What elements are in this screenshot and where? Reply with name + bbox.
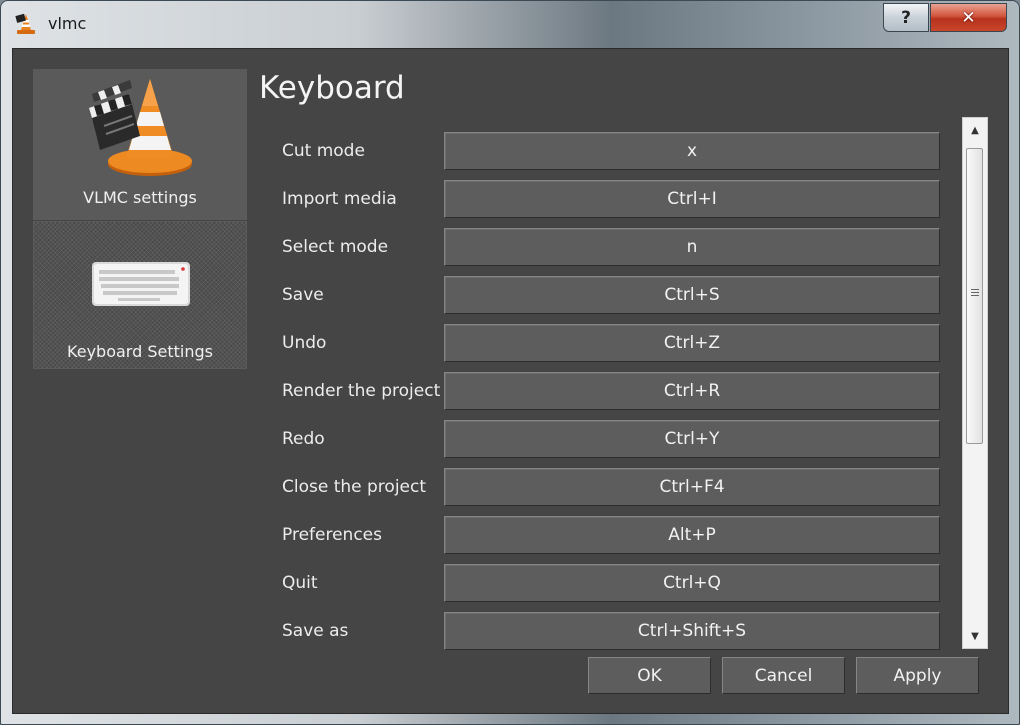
help-button[interactable]: ? [883, 3, 929, 32]
shortcut-row-save: Save Ctrl+S [259, 271, 949, 319]
shortcut-button-import-media[interactable]: Ctrl+I [444, 180, 940, 218]
app-icon [15, 13, 35, 34]
title-bar[interactable]: vlmc ? ✕ [1, 1, 1019, 47]
shortcut-label: Undo [282, 333, 327, 353]
page-title: Keyboard [259, 70, 405, 106]
shortcut-label: Save [282, 285, 324, 305]
sidebar-item-label: Keyboard Settings [67, 342, 213, 361]
shortcut-label: Save as [282, 621, 349, 641]
help-icon: ? [901, 7, 911, 28]
shortcut-row-select-mode: Select mode n [259, 223, 949, 271]
shortcut-label: Quit [282, 573, 318, 593]
window-title: vlmc [48, 14, 87, 33]
shortcut-row-cut-mode: Cut mode x [259, 127, 949, 175]
shortcut-row-render-project: Render the project Ctrl+R [259, 367, 949, 415]
shortcut-label: Redo [282, 429, 325, 449]
dialog-content: VLMC settings Keyboard Settings Keyboard [12, 48, 1009, 714]
scrollbar-thumb[interactable] [966, 148, 983, 444]
grip-icon [971, 289, 979, 298]
scroll-up-arrow-icon[interactable]: ▲ [963, 120, 987, 140]
shortcut-button-undo[interactable]: Ctrl+Z [444, 324, 940, 362]
close-icon: ✕ [961, 7, 976, 28]
shortcut-button-preferences[interactable]: Alt+P [444, 516, 940, 554]
shortcut-label: Render the project [282, 381, 441, 401]
shortcut-row-quit: Quit Ctrl+Q [259, 559, 949, 607]
vlc-clapperboard-cone-icon [89, 79, 192, 176]
application-window: vlmc ? ✕ VLMC settings Keyboard Settings… [0, 0, 1020, 725]
shortcut-row-save-as: Save as Ctrl+Shift+S [259, 607, 949, 655]
shortcut-row-undo: Undo Ctrl+Z [259, 319, 949, 367]
shortcut-button-save[interactable]: Ctrl+S [444, 276, 940, 314]
shortcut-button-select-mode[interactable]: n [444, 228, 940, 266]
cancel-button[interactable]: Cancel [722, 657, 845, 694]
shortcut-label: Preferences [282, 525, 382, 545]
sidebar-item-vlmc-settings[interactable]: VLMC settings [33, 69, 247, 220]
shortcut-label: Select mode [282, 237, 389, 257]
vertical-scrollbar[interactable]: ▲ ▼ [962, 117, 988, 649]
shortcut-row-preferences: Preferences Alt+P [259, 511, 949, 559]
sidebar-item-keyboard-settings[interactable]: Keyboard Settings [33, 221, 247, 369]
keyboard-icon [92, 262, 190, 306]
shortcut-button-close-project[interactable]: Ctrl+F4 [444, 468, 940, 506]
shortcut-label: Cut mode [282, 141, 365, 161]
shortcut-button-render-project[interactable]: Ctrl+R [444, 372, 940, 410]
shortcut-button-quit[interactable]: Ctrl+Q [444, 564, 940, 602]
apply-button[interactable]: Apply [856, 657, 979, 694]
shortcut-button-save-as[interactable]: Ctrl+Shift+S [444, 612, 940, 650]
scroll-down-arrow-icon[interactable]: ▼ [963, 626, 987, 646]
close-button[interactable]: ✕ [930, 3, 1007, 32]
shortcut-row-redo: Redo Ctrl+Y [259, 415, 949, 463]
shortcut-row-close-project: Close the project Ctrl+F4 [259, 463, 949, 511]
shortcut-button-redo[interactable]: Ctrl+Y [444, 420, 940, 458]
shortcut-label: Import media [282, 189, 397, 209]
ok-button[interactable]: OK [588, 657, 711, 694]
shortcut-row-import-media: Import media Ctrl+I [259, 175, 949, 223]
shortcut-button-cut-mode[interactable]: x [444, 132, 940, 170]
shortcut-label: Close the project [282, 477, 427, 497]
sidebar-item-label: VLMC settings [83, 188, 197, 207]
